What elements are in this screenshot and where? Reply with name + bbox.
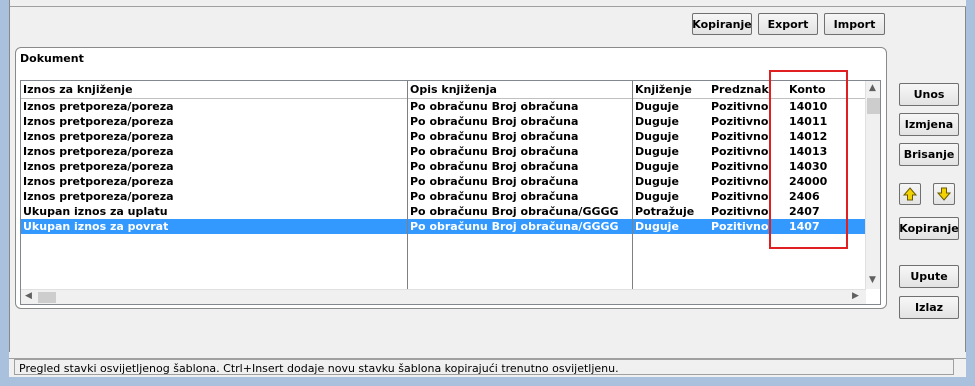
import-button[interactable]: Import bbox=[824, 13, 885, 35]
exit-button[interactable]: Izlaz bbox=[899, 296, 959, 319]
highlight-box bbox=[769, 70, 848, 249]
cell-posting: Duguje bbox=[635, 100, 679, 113]
entry-button[interactable]: Unos bbox=[899, 83, 959, 106]
cell-sign: Pozitivno bbox=[711, 100, 769, 113]
arrow-up-icon bbox=[903, 187, 917, 201]
cell-amount: Ukupan iznos za uplatu bbox=[23, 205, 168, 218]
cell-posting: Potražuje bbox=[635, 205, 695, 218]
cell-posting: Duguje bbox=[635, 160, 679, 173]
cell-sign: Pozitivno bbox=[711, 175, 769, 188]
column-header-description[interactable]: Opis knjiženja bbox=[410, 83, 497, 96]
window-frame-bottom bbox=[0, 377, 975, 386]
column-divider bbox=[407, 81, 408, 289]
cell-amount: Iznos pretporeza/poreza bbox=[23, 145, 174, 158]
table-row[interactable]: Iznos pretporeza/poreza Po obračunu Broj … bbox=[21, 129, 866, 144]
cell-posting: Duguje bbox=[635, 175, 679, 188]
column-header-sign[interactable]: Predznak bbox=[711, 83, 769, 96]
cell-sign: Pozitivno bbox=[711, 160, 769, 173]
instructions-button[interactable]: Upute bbox=[899, 265, 959, 288]
status-text: Pregled stavki osvijetljenog šablona. Ct… bbox=[14, 359, 954, 375]
copy-button-top[interactable]: Kopiranje bbox=[692, 13, 752, 35]
cell-description: Po obračunu Broj obračuna bbox=[410, 175, 579, 188]
move-down-button[interactable] bbox=[933, 183, 955, 205]
window-frame-left bbox=[0, 0, 9, 386]
column-divider bbox=[632, 81, 633, 289]
cell-sign: Pozitivno bbox=[711, 145, 769, 158]
table-row[interactable]: Iznos pretporeza/poreza Po obračunu Broj … bbox=[21, 99, 866, 114]
cell-posting: Duguje bbox=[635, 220, 679, 233]
cell-sign: Pozitivno bbox=[711, 220, 769, 233]
cell-posting: Duguje bbox=[635, 115, 679, 128]
edit-button[interactable]: Izmjena bbox=[899, 113, 959, 136]
cell-description: Po obračunu Broj obračuna bbox=[410, 160, 579, 173]
cell-amount: Ukupan iznos za povrat bbox=[23, 220, 169, 233]
cell-amount: Iznos pretporeza/poreza bbox=[23, 115, 174, 128]
vertical-scroll-thumb[interactable] bbox=[867, 98, 880, 114]
table-row[interactable]: Iznos pretporeza/poreza Po obračunu Broj … bbox=[21, 144, 866, 159]
horizontal-scrollbar[interactable]: ◀ ▶ bbox=[21, 289, 866, 304]
cell-description: Po obračunu Broj obračuna/GGGG bbox=[410, 205, 619, 218]
cell-amount: Iznos pretporeza/poreza bbox=[23, 175, 174, 188]
cell-posting: Duguje bbox=[635, 145, 679, 158]
move-up-button[interactable] bbox=[899, 183, 921, 205]
column-header-amount[interactable]: Iznos za knjiženje bbox=[23, 83, 133, 96]
cell-description: Po obračunu Broj obračuna bbox=[410, 130, 579, 143]
cell-description: Po obračunu Broj obračuna/GGGG bbox=[410, 220, 619, 233]
table-row[interactable]: Iznos pretporeza/poreza Po obračunu Broj … bbox=[21, 174, 866, 189]
cell-description: Po obračunu Broj obračuna bbox=[410, 145, 579, 158]
table-row[interactable]: Ukupan iznos za povrat Po obračunu Broj o… bbox=[21, 219, 866, 234]
cell-posting: Duguje bbox=[635, 130, 679, 143]
arrow-down-icon bbox=[937, 187, 951, 201]
copy-button-side[interactable]: Kopiranje bbox=[899, 217, 959, 240]
cell-posting: Duguje bbox=[635, 190, 679, 203]
table-row[interactable]: Iznos pretporeza/poreza Po obračunu Broj … bbox=[21, 114, 866, 129]
cell-description: Po obračunu Broj obračuna bbox=[410, 190, 579, 203]
export-button[interactable]: Export bbox=[758, 13, 818, 35]
delete-button[interactable]: Brisanje bbox=[899, 143, 959, 166]
top-panel-edge bbox=[10, 0, 966, 7]
cell-amount: Iznos pretporeza/poreza bbox=[23, 100, 174, 113]
vertical-scrollbar[interactable]: ▲ ▼ bbox=[865, 81, 880, 289]
scroll-left-arrow-icon[interactable]: ◀ bbox=[25, 291, 32, 301]
document-group-title: Dokument bbox=[20, 52, 84, 65]
table-row[interactable]: Ukupan iznos za uplatu Po obračunu Broj o… bbox=[21, 204, 866, 219]
column-header-posting[interactable]: Knjiženje bbox=[635, 83, 692, 96]
horizontal-scroll-thumb[interactable] bbox=[38, 292, 56, 303]
cell-amount: Iznos pretporeza/poreza bbox=[23, 160, 174, 173]
table-row[interactable]: Iznos pretporeza/poreza Po obračunu Broj … bbox=[21, 159, 866, 174]
cell-sign: Pozitivno bbox=[711, 205, 769, 218]
cell-amount: Iznos pretporeza/poreza bbox=[23, 190, 174, 203]
scroll-down-arrow-icon[interactable]: ▼ bbox=[869, 275, 876, 285]
cell-amount: Iznos pretporeza/poreza bbox=[23, 130, 174, 143]
cell-description: Po obračunu Broj obračuna bbox=[410, 115, 579, 128]
document-grid[interactable]: Iznos za knjiženje Opis knjiženja Knjiže… bbox=[20, 80, 881, 305]
cell-sign: Pozitivno bbox=[711, 115, 769, 128]
grid-header: Iznos za knjiženje Opis knjiženja Knjiže… bbox=[21, 81, 866, 98]
table-row[interactable]: Iznos pretporeza/poreza Po obračunu Broj … bbox=[21, 189, 866, 204]
cell-description: Po obračunu Broj obračuna bbox=[410, 100, 579, 113]
scroll-right-arrow-icon[interactable]: ▶ bbox=[852, 291, 859, 301]
cell-sign: Pozitivno bbox=[711, 190, 769, 203]
window-frame-right bbox=[966, 0, 975, 386]
scroll-up-arrow-icon[interactable]: ▲ bbox=[869, 83, 876, 93]
cell-sign: Pozitivno bbox=[711, 130, 769, 143]
